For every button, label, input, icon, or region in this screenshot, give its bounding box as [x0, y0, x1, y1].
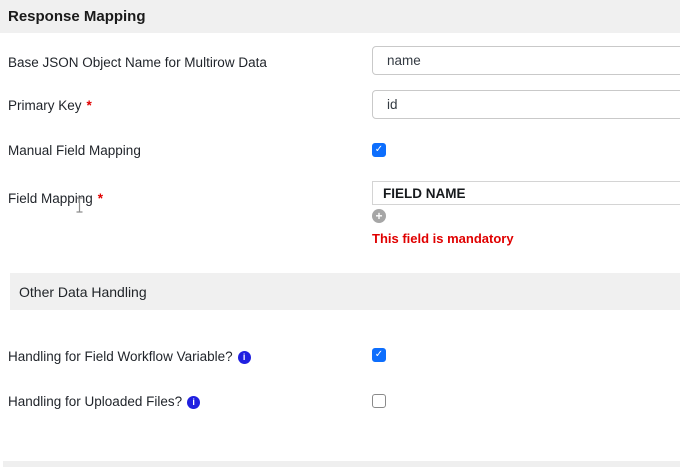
field-mapping-table-header: FIELD NAME	[372, 181, 680, 205]
text-cursor-icon	[75, 197, 84, 213]
check-icon: ✓	[375, 145, 383, 155]
base-json-object-name-label: Base JSON Object Name for Multirow Data	[8, 55, 267, 71]
workflow-variable-checkbox[interactable]: ✓	[372, 348, 386, 362]
required-asterisk: *	[98, 191, 103, 207]
info-icon[interactable]: i	[187, 396, 200, 409]
field-name-column-header: FIELD NAME	[383, 186, 466, 201]
workflow-variable-label-text: Handling for Field Workflow Variable?	[8, 349, 233, 365]
section-title-response-mapping: Response Mapping	[8, 8, 146, 25]
field-mapping-error-message: This field is mandatory	[372, 231, 514, 246]
add-row-button[interactable]: +	[372, 209, 386, 223]
plus-icon: +	[375, 210, 382, 222]
manual-field-mapping-label: Manual Field Mapping	[8, 143, 141, 159]
primary-key-input[interactable]	[372, 90, 680, 119]
info-icon[interactable]: i	[238, 351, 251, 364]
base-json-object-name-label-text: Base JSON Object Name for Multirow Data	[8, 55, 267, 71]
check-icon: ✓	[375, 350, 383, 360]
response-mapping-form: Response Mapping Base JSON Object Name f…	[0, 0, 680, 467]
uploaded-files-label: Handling for Uploaded Files? i	[8, 394, 200, 410]
field-mapping-label: Field Mapping *	[8, 191, 103, 207]
section-header-other-data-handling: Other Data Handling	[10, 273, 680, 310]
primary-key-label-text: Primary Key	[8, 98, 82, 114]
manual-field-mapping-label-text: Manual Field Mapping	[8, 143, 141, 159]
required-asterisk: *	[87, 98, 92, 114]
section-title-other-data-handling: Other Data Handling	[19, 284, 147, 300]
uploaded-files-label-text: Handling for Uploaded Files?	[8, 394, 182, 410]
base-json-object-name-input[interactable]	[372, 46, 680, 75]
uploaded-files-checkbox[interactable]: ✓	[372, 394, 386, 408]
next-section-bar	[3, 461, 680, 467]
primary-key-label: Primary Key *	[8, 98, 92, 114]
section-header-response-mapping: Response Mapping	[0, 0, 680, 33]
workflow-variable-label: Handling for Field Workflow Variable? i	[8, 349, 251, 365]
manual-field-mapping-checkbox[interactable]: ✓	[372, 143, 386, 157]
